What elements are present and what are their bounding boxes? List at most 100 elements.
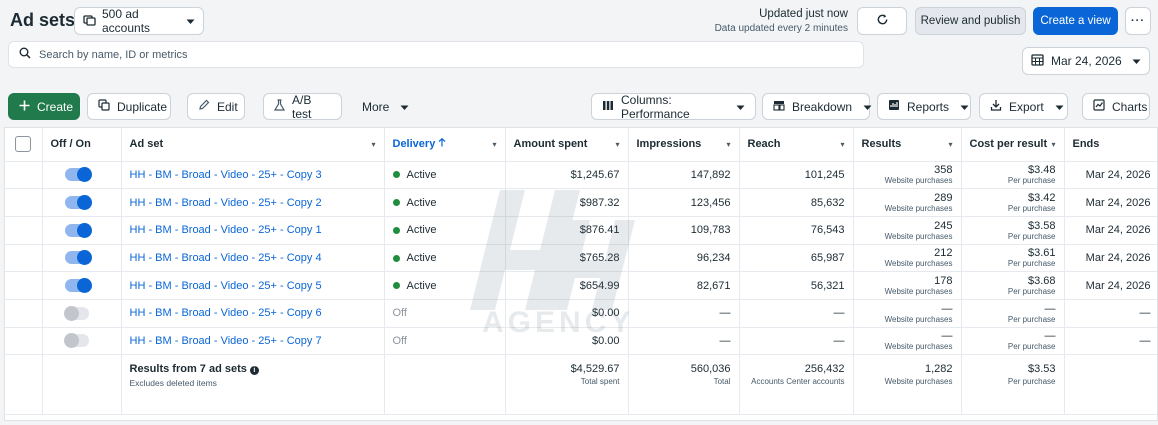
impressions-cell: 147,892	[628, 161, 740, 190]
refresh-icon	[876, 13, 889, 29]
adset-name-link[interactable]: HH - BM - Broad - Video - 25+ - Copy 6	[130, 307, 322, 319]
column-header-adset[interactable]: Ad set ▾	[121, 128, 385, 162]
row-select-cell[interactable]	[5, 327, 43, 356]
column-menu-icon[interactable]: ▾	[840, 140, 844, 149]
review-publish-button[interactable]: Review and publish	[915, 7, 1026, 35]
table-row[interactable]: HH - BM - Broad - Video - 25+ - Copy 2 Ac…	[5, 188, 1157, 217]
charts-button[interactable]: Charts	[1082, 93, 1150, 120]
adset-name-link[interactable]: HH - BM - Broad - Video - 25+ - Copy 5	[130, 280, 322, 292]
export-dropdown[interactable]: Export	[979, 93, 1068, 120]
column-header-delivery[interactable]: Delivery ▾	[384, 128, 506, 162]
toggle-cell[interactable]	[42, 271, 122, 300]
duplicate-button[interactable]: Duplicate	[87, 93, 171, 120]
toggle-cell[interactable]	[42, 244, 122, 273]
select-all-checkbox[interactable]	[15, 136, 32, 153]
column-menu-icon[interactable]: ▾	[948, 140, 952, 149]
column-menu-icon[interactable]: ▾	[1051, 140, 1055, 149]
adset-name-cell[interactable]: HH - BM - Broad - Video - 25+ - Copy 2	[121, 188, 385, 217]
chevron-down-icon	[736, 100, 745, 114]
table-row[interactable]: HH - BM - Broad - Video - 25+ - Copy 1 Ac…	[5, 216, 1157, 245]
column-header-impressions[interactable]: Impressions ▾	[628, 128, 740, 162]
table-row[interactable]: HH - BM - Broad - Video - 25+ - Copy 4 Ac…	[5, 244, 1157, 273]
toggle-cell[interactable]	[42, 327, 122, 356]
create-view-button[interactable]: Create a view	[1033, 7, 1118, 35]
adset-name-cell[interactable]: HH - BM - Broad - Video - 25+ - Copy 7	[121, 327, 385, 356]
toggle-off[interactable]	[63, 305, 89, 321]
delivery-status: Active	[392, 252, 436, 264]
toggle-on[interactable]	[64, 167, 92, 183]
table-row[interactable]: HH - BM - Broad - Video - 25+ - Copy 7 Of…	[5, 327, 1157, 356]
impressions-cell: 82,671	[628, 271, 740, 300]
search-bar[interactable]	[8, 41, 864, 68]
columns-label: Columns: Performance	[621, 92, 690, 121]
column-header-cpr[interactable]: Cost per result ▾	[961, 128, 1065, 162]
table-row[interactable]: HH - BM - Broad - Video - 25+ - Copy 5 Ac…	[5, 271, 1157, 300]
date-label: Mar 24, 2026	[1051, 54, 1122, 68]
row-select-cell[interactable]	[5, 299, 43, 328]
ad-accounts-dropdown[interactable]: 500 ad accounts	[74, 7, 204, 35]
toggle-cell[interactable]	[42, 299, 122, 328]
update-status: Updated just now Data updated every 2 mi…	[715, 8, 848, 34]
active-status-dot	[392, 282, 400, 290]
edit-button[interactable]: Edit	[187, 93, 245, 120]
toggle-on[interactable]	[64, 250, 92, 266]
summary-cpr: $3.53 Per purchase	[961, 354, 1065, 416]
toggle-on[interactable]	[64, 195, 92, 211]
delivery-cell: Active	[384, 271, 506, 300]
adset-name-cell[interactable]: HH - BM - Broad - Video - 25+ - Copy 3	[121, 161, 385, 190]
column-menu-icon[interactable]: ▾	[726, 140, 730, 149]
row-select-cell[interactable]	[5, 188, 43, 217]
toggle-off[interactable]	[63, 333, 89, 349]
row-select-cell[interactable]	[5, 161, 43, 190]
search-input[interactable]	[39, 48, 839, 61]
more-dropdown[interactable]: More	[352, 93, 412, 120]
columns-dropdown[interactable]: Columns: Performance	[591, 92, 756, 121]
column-header-amount[interactable]: Amount spent ▾	[505, 128, 629, 162]
search-icon	[19, 47, 31, 62]
charts-label: Charts	[1112, 99, 1148, 114]
adset-name-link[interactable]: HH - BM - Broad - Video - 25+ - Copy 4	[130, 252, 322, 264]
adset-name-cell[interactable]: HH - BM - Broad - Video - 25+ - Copy 1	[121, 216, 385, 245]
select-all-header[interactable]	[5, 128, 43, 162]
delivery-cell: Active	[384, 216, 506, 245]
chevron-down-icon	[1055, 100, 1064, 114]
adset-name-cell[interactable]: HH - BM - Broad - Video - 25+ - Copy 5	[121, 271, 385, 300]
column-menu-icon[interactable]: ▾	[371, 140, 375, 149]
reach-cell: 101,245	[739, 161, 854, 190]
more-options-button[interactable]: ···	[1125, 7, 1151, 35]
reports-dropdown[interactable]: Reports	[877, 93, 971, 120]
delivery-cell: Active	[384, 188, 506, 217]
adset-name-link[interactable]: HH - BM - Broad - Video - 25+ - Copy 2	[130, 197, 322, 209]
impressions-cell: 96,234	[628, 244, 740, 273]
toggle-cell[interactable]	[42, 216, 122, 245]
row-select-cell[interactable]	[5, 244, 43, 273]
adset-name-cell[interactable]: HH - BM - Broad - Video - 25+ - Copy 4	[121, 244, 385, 273]
column-menu-icon[interactable]: ▾	[492, 140, 496, 149]
export-icon	[990, 99, 1002, 114]
refresh-button[interactable]	[857, 7, 907, 35]
sort-up-icon[interactable]	[438, 138, 446, 150]
adset-name-link[interactable]: HH - BM - Broad - Video - 25+ - Copy 1	[130, 224, 322, 236]
toggle-on[interactable]	[64, 278, 92, 294]
column-header-results[interactable]: Results ▾	[853, 128, 962, 162]
info-icon[interactable]: i	[249, 366, 259, 376]
date-range-picker[interactable]: Mar 24, 2026	[1022, 47, 1150, 75]
row-select-cell[interactable]	[5, 216, 43, 245]
table-row[interactable]: HH - BM - Broad - Video - 25+ - Copy 3 Ac…	[5, 161, 1157, 190]
adset-name-link[interactable]: HH - BM - Broad - Video - 25+ - Copy 7	[130, 335, 322, 347]
table-row[interactable]: HH - BM - Broad - Video - 25+ - Copy 6 Of…	[5, 299, 1157, 328]
column-menu-icon[interactable]: ▾	[615, 140, 619, 149]
breakdown-dropdown[interactable]: Breakdown	[762, 93, 872, 120]
summary-title: Results from 7 ad sets	[129, 363, 247, 376]
toggle-cell[interactable]	[42, 161, 122, 190]
row-select-cell[interactable]	[5, 271, 43, 300]
toggle-cell[interactable]	[42, 188, 122, 217]
adset-name-link[interactable]: HH - BM - Broad - Video - 25+ - Copy 3	[130, 169, 322, 181]
create-button[interactable]: Create	[8, 93, 80, 120]
ab-test-button[interactable]: A/B test	[263, 93, 342, 121]
results-cell: 289 Website purchases	[853, 188, 962, 217]
adset-name-cell[interactable]: HH - BM - Broad - Video - 25+ - Copy 6	[121, 299, 385, 328]
column-header-reach[interactable]: Reach ▾	[739, 128, 854, 162]
impressions-cell: 123,456	[628, 188, 740, 217]
toggle-on[interactable]	[64, 222, 92, 238]
